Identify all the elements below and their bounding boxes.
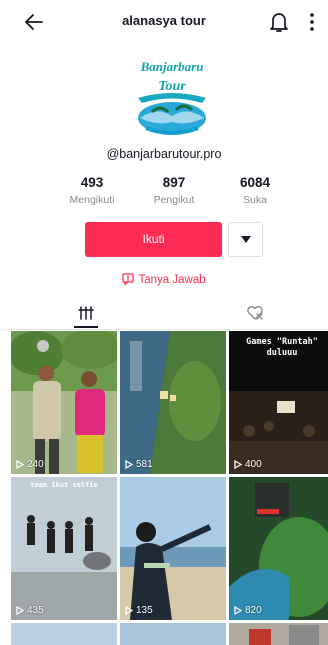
qa-link[interactable]: Tanya Jawab [0,273,328,286]
brand-logo: Banjarbaru Tour [138,59,206,135]
view-count: 581 [125,459,153,470]
avatar[interactable]: Banjarbaru Tour [132,56,212,138]
logo-line1: Banjarbaru [140,59,204,74]
play-icon [16,606,24,615]
liked-hidden-icon [247,306,263,320]
play-icon [125,460,133,469]
video-1-art [11,331,117,474]
stat-following[interactable]: 493 Mengikuti [57,175,127,206]
view-count: 820 [234,605,262,616]
video-5-art [120,477,226,620]
view-count: 435 [16,605,44,616]
video-thumbnail[interactable] [11,623,117,645]
video-thumbnail[interactable] [120,623,226,645]
stat-following-value: 493 [80,175,104,190]
caret-down-icon [241,236,251,243]
view-count: 240 [16,459,44,470]
play-icon [234,460,242,469]
video-caption: team ikut selfie [30,481,98,489]
stat-followers-value: 897 [162,175,186,190]
video-thumbnail[interactable]: 581 [120,331,226,474]
play-icon [125,606,133,615]
tab-liked[interactable] [164,300,328,330]
grid-icon [78,306,94,320]
video-thumbnail[interactable]: 820 [229,477,328,620]
stat-likes-value: 6084 [239,175,271,190]
stat-likes[interactable]: 6084 Suka [220,175,290,206]
active-tab-indicator [74,326,98,328]
play-icon [234,606,242,615]
top-bar: alanasya tour [0,0,328,44]
video-thumbnail[interactable]: 135 [120,477,226,620]
qa-label: Tanya Jawab [138,274,206,286]
video-caption: Games "Runtah" duluuu [246,337,318,358]
video-2-art [120,331,226,474]
stat-following-label: Mengikuti [69,194,115,206]
play-icon [16,460,24,469]
tabs-divider [0,329,328,330]
view-count: 400 [234,459,262,470]
more-vertical-icon [310,13,314,31]
bell-icon [270,13,288,32]
video-thumbnail[interactable]: team ikut selfie 435 [11,477,117,620]
view-count: 135 [125,605,153,616]
more-options-button[interactable] [305,10,319,34]
video-9-art [229,623,328,645]
follow-button[interactable]: Ikuti [85,222,222,257]
video-thumbnail[interactable]: 240 [11,331,117,474]
suggested-accounts-button[interactable] [228,222,263,257]
logo-line2: Tour [158,79,186,94]
username-handle: @banjarbarutour.pro [106,147,222,161]
notification-button[interactable] [268,10,290,34]
stat-likes-label: Suka [243,194,267,206]
stat-followers-label: Pengikut [153,194,195,206]
video-thumbnail[interactable] [229,623,328,645]
video-thumbnail[interactable]: Games "Runtah" duluuu 400 [229,331,328,474]
qa-icon [122,273,135,285]
video-6-art [229,477,328,620]
stat-followers[interactable]: 897 Pengikut [139,175,209,206]
video-4-art [11,477,117,620]
